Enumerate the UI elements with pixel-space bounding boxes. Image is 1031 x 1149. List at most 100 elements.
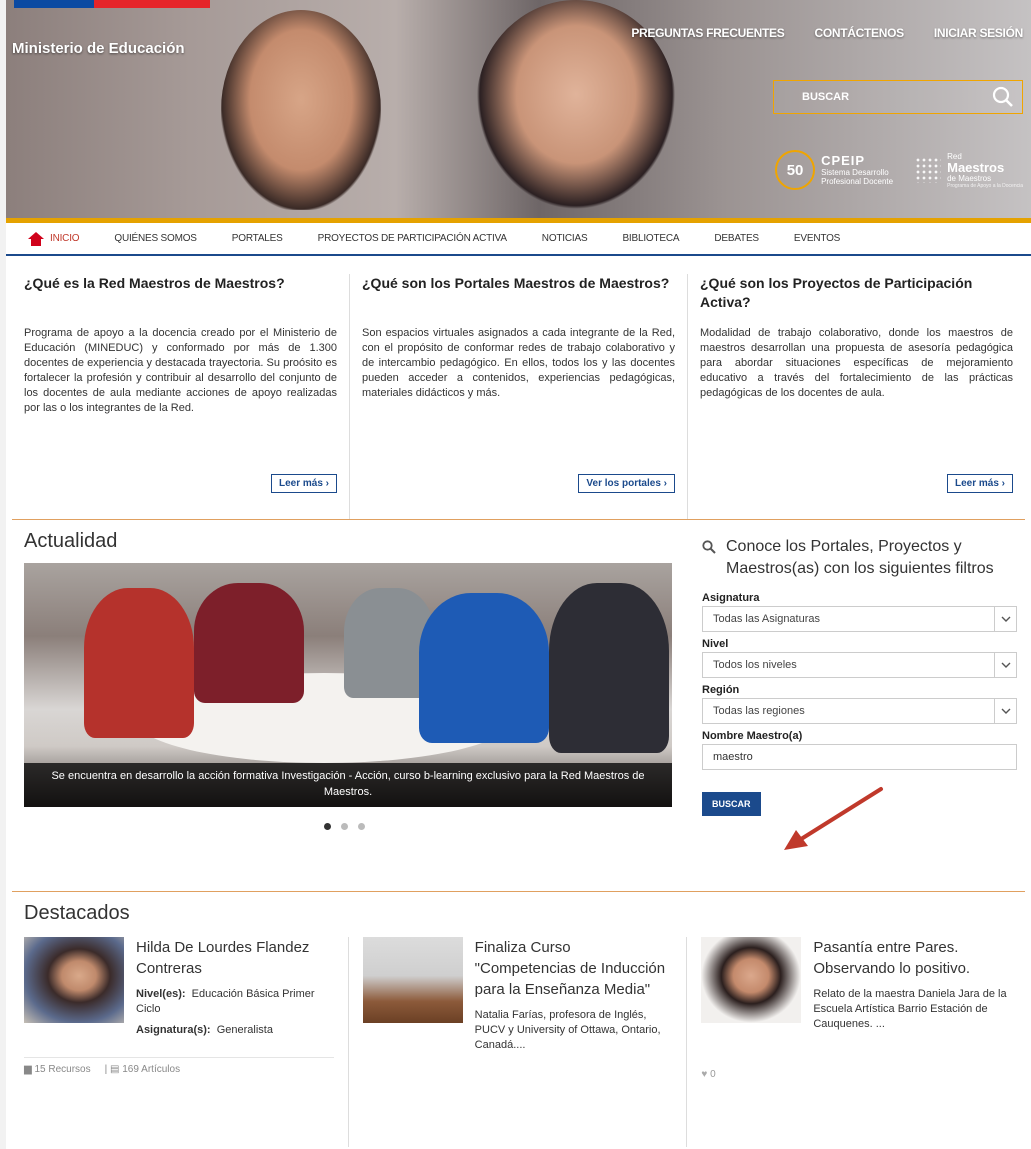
intro-text-proyectos: Modalidad de trabajo colaborativo, donde… xyxy=(700,327,1013,399)
articulos-count[interactable]: | ▤ 169 Artículos xyxy=(105,1064,180,1075)
teacher-stats: ▆ 15 Recursos | ▤ 169 Artículos xyxy=(24,1057,334,1075)
red-arrow-annotation-icon xyxy=(784,787,883,850)
faq-link[interactable]: PREGUNTAS FRECUENTES xyxy=(631,26,784,40)
login-link[interactable]: INICIAR SESIÓN xyxy=(934,26,1023,40)
heart-icon: ♥ xyxy=(701,1069,708,1080)
main-nav: INICIO QUIÉNES SOMOS PORTALES PROYECTOS … xyxy=(6,218,1031,256)
page: Ministerio de Educación PREGUNTAS FRECUE… xyxy=(0,0,1031,1149)
nav-quienes-somos[interactable]: QUIÉNES SOMOS xyxy=(114,233,197,244)
card-title-pasantia[interactable]: Pasantía entre Pares. Observando lo posi… xyxy=(813,937,1013,979)
slide-pagination xyxy=(12,823,676,830)
cpeip-logo[interactable]: 50 CPEIP Sistema Desarrollo Profesional … xyxy=(775,150,893,190)
nombre-label: Nombre Maestro(a) xyxy=(702,730,803,742)
chile-flag-stripe xyxy=(14,0,210,8)
asig-meta-value: Generalista xyxy=(216,1024,273,1036)
card-title-curso[interactable]: Finaliza Curso "Competencias de Inducció… xyxy=(475,937,675,1000)
slide-caption[interactable]: Se encuentra en desarrollo la acción for… xyxy=(24,763,672,807)
nav-debates[interactable]: DEBATES xyxy=(714,233,759,244)
slide-photo-person xyxy=(419,593,549,743)
slide-dot-3[interactable] xyxy=(357,823,365,830)
nav-eventos[interactable]: EVENTOS xyxy=(794,233,840,244)
chevron-down-icon xyxy=(994,699,1016,723)
banner-photo-teacher-1 xyxy=(221,10,381,210)
briefcase-icon: ▆ xyxy=(24,1064,32,1075)
ministry-logo-text[interactable]: Ministerio de Educación xyxy=(12,40,185,57)
red-tagline: Programa de Apoyo a la Docencia xyxy=(947,182,1023,189)
nav-portales[interactable]: PORTALES xyxy=(232,233,283,244)
recursos-count[interactable]: ▆ 15 Recursos xyxy=(24,1064,91,1075)
card-text-pasantia: Relato de la maestra Daniela Jara de la … xyxy=(813,988,1007,1030)
card-meta-asignatura: Asignatura(s): Generalista xyxy=(136,1023,336,1038)
slide-photo-person xyxy=(84,588,194,738)
top-nav: PREGUNTAS FRECUENTES CONTÁCTENOS INICIAR… xyxy=(631,26,1023,40)
region-value: Todas las regiones xyxy=(713,705,805,717)
red-maestros-logo[interactable]: Red Maestros de Maestros Programa de Apo… xyxy=(915,152,1023,189)
nav-proyectos[interactable]: PROYECTOS DE PARTICIPACIÓN ACTIVA xyxy=(318,233,507,244)
region-label: Región xyxy=(702,684,740,696)
cpeip-sub2: Profesional Docente xyxy=(821,177,894,186)
see-portals-button[interactable]: Ver los portales › xyxy=(578,474,675,493)
contact-link[interactable]: CONTÁCTENOS xyxy=(814,26,904,40)
nav-noticias[interactable]: NOTICIAS xyxy=(542,233,588,244)
actualidad-title: Actualidad xyxy=(24,530,118,552)
pasantia-reactions: ♥ 0 xyxy=(701,1069,715,1080)
destacados-section: Destacados Hilda De Lourdes Flandez Cont… xyxy=(12,892,1025,1147)
slide-dot-1[interactable] xyxy=(323,823,331,830)
intro-text-portales: Son espacios virtuales asignados a cada … xyxy=(362,327,675,399)
search-icon xyxy=(702,540,716,554)
asignatura-label: Asignatura xyxy=(702,592,760,604)
recursos-label: 15 Recursos xyxy=(34,1064,91,1075)
region-select[interactable]: Todas las regiones xyxy=(702,698,1017,724)
card-text-curso: Natalia Farías, profesora de Inglés, PUC… xyxy=(474,1009,661,1051)
chevron-down-icon xyxy=(994,607,1016,631)
featured-card-teacher[interactable]: Hilda De Lourdes Flandez Contreras Nivel… xyxy=(24,937,348,1147)
actualidad-section: Actualidad Se encuentra en desarrollo la… xyxy=(12,520,1025,892)
chevron-down-icon xyxy=(994,653,1016,677)
card-meta-nivel: Nivel(es): Educación Básica Primer Ciclo xyxy=(136,987,336,1017)
news-photo-pasantia xyxy=(701,937,802,1023)
home-icon xyxy=(28,231,44,246)
header-banner: Ministerio de Educación PREGUNTAS FRECUE… xyxy=(6,0,1031,218)
partner-logos: 50 CPEIP Sistema Desarrollo Profesional … xyxy=(775,150,1023,190)
teacher-photo xyxy=(24,937,124,1023)
slide-dot-2[interactable] xyxy=(340,823,348,830)
intro-section: ¿Qué es la Red Maestros de Maestros? Pro… xyxy=(12,256,1025,520)
intro-col-proyectos: ¿Qué son los Proyectos de Participación … xyxy=(687,274,1025,519)
asig-meta-label: Asignatura(s): xyxy=(136,1024,211,1036)
articulos-label: 169 Artículos xyxy=(122,1064,181,1075)
featured-card-pasantia[interactable]: Pasantía entre Pares. Observando lo posi… xyxy=(686,937,1025,1147)
buscar-button[interactable]: BUSCAR xyxy=(702,792,761,816)
destacados-title: Destacados xyxy=(24,902,130,924)
like-count[interactable]: ♥ 0 xyxy=(701,1069,715,1080)
nav-inicio-label: INICIO xyxy=(50,233,80,244)
slide-photo-person xyxy=(549,583,669,753)
cpeip-title: CPEIP xyxy=(821,153,866,168)
search-filters-panel: Conoce los Portales, Proyectos y Maestro… xyxy=(676,520,1025,891)
card-title-teacher[interactable]: Hilda De Lourdes Flandez Contreras xyxy=(136,937,336,979)
news-photo-curso xyxy=(362,937,463,1023)
red-big-text: Maestros xyxy=(947,159,1005,175)
intro-title-proyectos: ¿Qué son los Proyectos de Participación … xyxy=(700,275,973,310)
nivel-meta-label: Nivel(es): xyxy=(136,988,186,1000)
featured-card-curso[interactable]: Finaliza Curso "Competencias de Inducció… xyxy=(347,937,687,1147)
intro-title-red: ¿Qué es la Red Maestros de Maestros? xyxy=(24,275,285,291)
news-slide[interactable]: Se encuentra en desarrollo la acción for… xyxy=(24,563,672,807)
anniversary-50-icon: 50 xyxy=(775,150,816,190)
header-search-placeholder: BUSCAR xyxy=(802,91,850,103)
intro-col-portales: ¿Qué son los Portales Maestros de Maestr… xyxy=(349,274,687,519)
search-icon[interactable] xyxy=(992,86,1014,108)
intro-col-red: ¿Qué es la Red Maestros de Maestros? Pro… xyxy=(12,274,349,519)
red-sub-text: de Maestros xyxy=(947,173,992,183)
like-value: 0 xyxy=(710,1069,716,1080)
nivel-value: Todos los niveles xyxy=(713,659,797,671)
read-more-proyectos-button[interactable]: Leer más › xyxy=(946,474,1013,493)
asignatura-select[interactable]: Todas las Asignaturas xyxy=(702,606,1017,632)
nav-inicio[interactable]: INICIO xyxy=(28,231,80,246)
header-search-box[interactable]: BUSCAR xyxy=(773,80,1023,114)
nombre-maestro-input[interactable]: maestro xyxy=(702,744,1017,770)
intro-title-portales: ¿Qué son los Portales Maestros de Maestr… xyxy=(362,275,670,291)
asignatura-value: Todas las Asignaturas xyxy=(713,613,821,625)
nav-biblioteca[interactable]: BIBLIOTECA xyxy=(622,233,679,244)
read-more-red-button[interactable]: Leer más › xyxy=(270,474,337,493)
nivel-select[interactable]: Todos los niveles xyxy=(702,652,1017,678)
